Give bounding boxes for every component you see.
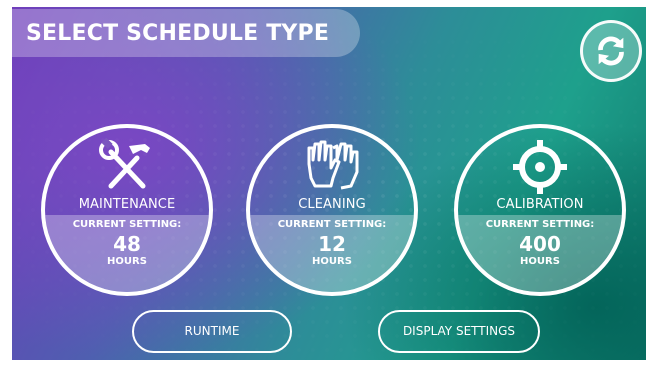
page-title: SELECT SCHEDULE TYPE [26,21,330,46]
setting-value: 12 [318,232,346,256]
setting-value: 48 [113,232,141,256]
setting-unit: HOURS [520,256,560,267]
setting-unit: HOURS [107,256,147,267]
card-label: CALIBRATION [496,197,584,212]
refresh-button[interactable] [580,20,642,82]
setting-unit: HOURS [312,256,352,267]
cleaning-card[interactable]: CLEANING CURRENT SETTING: 12 HOURS [246,124,418,296]
tools-icon [99,138,150,189]
display-settings-button[interactable]: DISPLAY SETTINGS [378,310,540,353]
setting-value: 400 [519,232,561,256]
current-setting-label: CURRENT SETTING: [277,219,387,230]
screen: SELECT SCHEDULE TYPE MAINTENANCE CURRENT… [12,7,646,360]
maintenance-card[interactable]: MAINTENANCE CURRENT SETTING: 48 HOURS [41,124,213,296]
title-bar: SELECT SCHEDULE TYPE [12,9,360,57]
runtime-button[interactable]: RUNTIME [132,310,292,353]
gloves-icon [307,140,359,190]
current-setting-label: CURRENT SETTING: [485,219,595,230]
calibration-card[interactable]: CALIBRATION CURRENT SETTING: 400 HOURS [454,124,626,296]
refresh-icon [598,36,624,66]
crosshair-icon [513,140,567,194]
card-label: MAINTENANCE [78,197,176,212]
card-label: CLEANING [298,197,366,212]
current-setting-label: CURRENT SETTING: [72,219,182,230]
